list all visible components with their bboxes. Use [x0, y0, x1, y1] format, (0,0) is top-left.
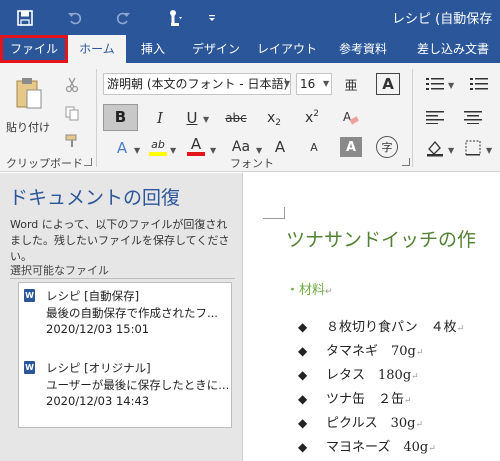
- chevron-down-icon[interactable]: ▼: [170, 146, 176, 155]
- available-files-label: 選択可能なファイル: [10, 264, 109, 277]
- tab-design[interactable]: デザイン: [186, 35, 246, 63]
- ingredients-heading: ・材料↵: [286, 283, 333, 298]
- clipboard-group-label: クリップボード: [6, 157, 83, 170]
- align-left-icon[interactable]: [424, 106, 446, 128]
- subscript-button[interactable]: x2: [262, 106, 286, 130]
- tab-references[interactable]: 参考資料: [330, 35, 396, 63]
- divider: [10, 278, 235, 279]
- italic-button[interactable]: I: [148, 106, 172, 130]
- list-item: ◆ マヨネーズ 40g↵: [298, 440, 436, 455]
- font-color-bar: [187, 152, 205, 156]
- pane-title: ドキュメントの回復: [9, 187, 181, 209]
- document-page[interactable]: ツナサンドイッチの作 ・材料↵ ◆ ８枚切り食パン ４枚↵ ◆ タマネギ 70g↵ …: [244, 173, 500, 461]
- chevron-down-icon[interactable]: ▼: [134, 146, 140, 155]
- bullets-icon[interactable]: [424, 73, 446, 95]
- chevron-down-icon[interactable]: ▼: [448, 146, 454, 155]
- ribbon-tab-row: ファイル ホーム 挿入 デザイン レイアウト 参考資料 差し込み文書: [0, 35, 500, 64]
- document-title: ツナサンドイッチの作: [286, 229, 477, 251]
- chevron-down-icon[interactable]: ▼: [256, 146, 262, 155]
- superscript-button[interactable]: x2: [300, 106, 324, 130]
- pane-description: Word によって、以下のファイルが回復されました。残したいファイルを保存してく…: [10, 218, 230, 263]
- window-title: レシピ (自動保存: [392, 12, 493, 27]
- borders-icon[interactable]: [462, 137, 484, 159]
- chevron-down-icon[interactable]: ▼: [210, 146, 216, 155]
- clear-formatting-icon[interactable]: A: [338, 106, 362, 130]
- tab-insert[interactable]: 挿入: [130, 35, 176, 63]
- format-painter-icon[interactable]: [60, 131, 84, 151]
- list-item[interactable]: W レシピ [オリジナル] ユーザーが最後に保存したときに... 2020/12…: [19, 357, 231, 417]
- change-case-button[interactable]: Aa: [228, 137, 254, 157]
- customize-qat-icon[interactable]: [202, 0, 222, 35]
- file-name: レシピ [自動保存]: [46, 289, 140, 303]
- page-margin-mark: [263, 207, 285, 219]
- tab-mailings[interactable]: 差し込み文書: [406, 35, 500, 63]
- recovered-file-list: W レシピ [自動保存] 最後の自動保存で作成されたフ... 2020/12/0…: [18, 282, 232, 428]
- redo-icon[interactable]: [110, 0, 136, 35]
- align-center-icon[interactable]: [462, 106, 484, 128]
- group-divider: [96, 69, 97, 167]
- tab-file[interactable]: ファイル: [0, 35, 68, 63]
- paragraph-shading-icon[interactable]: [424, 137, 446, 159]
- list-item: ◆ レタス 180g↵: [298, 368, 419, 383]
- grow-font-button[interactable]: A: [268, 137, 292, 157]
- highlight-color-bar: [149, 152, 167, 156]
- paste-icon[interactable]: [12, 73, 46, 113]
- text-effects-button[interactable]: A: [112, 138, 132, 158]
- ruby-button[interactable]: 亜: [340, 73, 362, 95]
- font-group-label: フォント: [230, 157, 274, 170]
- save-icon[interactable]: [12, 0, 38, 35]
- char-border-button[interactable]: A: [376, 73, 400, 95]
- tab-home[interactable]: ホーム: [68, 35, 126, 64]
- list-item: ◆ ８枚切り食パン ４枚↵: [298, 320, 465, 335]
- underline-button[interactable]: U: [182, 106, 202, 130]
- strikethrough-button[interactable]: abc: [222, 106, 250, 130]
- numbering-icon[interactable]: [468, 73, 490, 95]
- document-recovery-pane: ドキュメントの回復 Word によって、以下のファイルが回復されました。残したい…: [0, 173, 243, 461]
- group-divider: [412, 69, 413, 167]
- file-timestamp: 2020/12/03 14:43: [46, 394, 150, 408]
- file-name: レシピ [オリジナル]: [46, 361, 151, 375]
- list-item: ◆ タマネギ 70g↵: [298, 344, 424, 359]
- list-item: ◆ ツナ缶 ２缶↵: [298, 392, 412, 407]
- chevron-down-icon[interactable]: ▼: [486, 146, 492, 155]
- enclose-char-button[interactable]: 字: [376, 136, 398, 158]
- touch-mode-icon[interactable]: [160, 0, 190, 35]
- chevron-down-icon[interactable]: ▼: [284, 79, 290, 88]
- chevron-down-icon[interactable]: ▼: [448, 81, 454, 90]
- undo-icon[interactable]: [62, 0, 88, 35]
- char-shading-button[interactable]: A: [340, 137, 362, 157]
- title-bar: レシピ (自動保存: [0, 0, 500, 35]
- word-file-icon: W: [24, 361, 35, 374]
- chevron-down-icon[interactable]: ▼: [203, 115, 209, 124]
- chevron-down-icon[interactable]: ▼: [323, 79, 329, 88]
- file-description: ユーザーが最後に保存したときに...: [46, 378, 228, 392]
- word-file-icon: W: [24, 289, 35, 302]
- shrink-font-button[interactable]: A: [302, 137, 326, 157]
- font-launcher-icon[interactable]: [402, 158, 410, 166]
- copy-icon[interactable]: [60, 103, 84, 123]
- bold-button[interactable]: B: [103, 104, 138, 131]
- font-color-button[interactable]: A: [184, 135, 208, 153]
- ribbon: 貼り付け クリップボード 游明朝 (本文のフォント - 日本語) ▼ 16 ▼ …: [0, 63, 500, 172]
- highlight-button[interactable]: ab: [146, 135, 170, 153]
- tab-layout[interactable]: レイアウト: [256, 35, 318, 63]
- font-name-select[interactable]: 游明朝 (本文のフォント - 日本語): [103, 73, 291, 95]
- list-item: ◆ ピクルス 30g↵: [298, 416, 424, 431]
- file-timestamp: 2020/12/03 15:01: [46, 322, 150, 336]
- file-description: 最後の自動保存で作成されたフ...: [46, 306, 218, 320]
- list-item[interactable]: W レシピ [自動保存] 最後の自動保存で作成されたフ... 2020/12/0…: [19, 285, 231, 345]
- cut-icon[interactable]: [60, 75, 84, 95]
- paste-label[interactable]: 貼り付け: [4, 119, 52, 135]
- clipboard-launcher-icon[interactable]: [84, 158, 92, 166]
